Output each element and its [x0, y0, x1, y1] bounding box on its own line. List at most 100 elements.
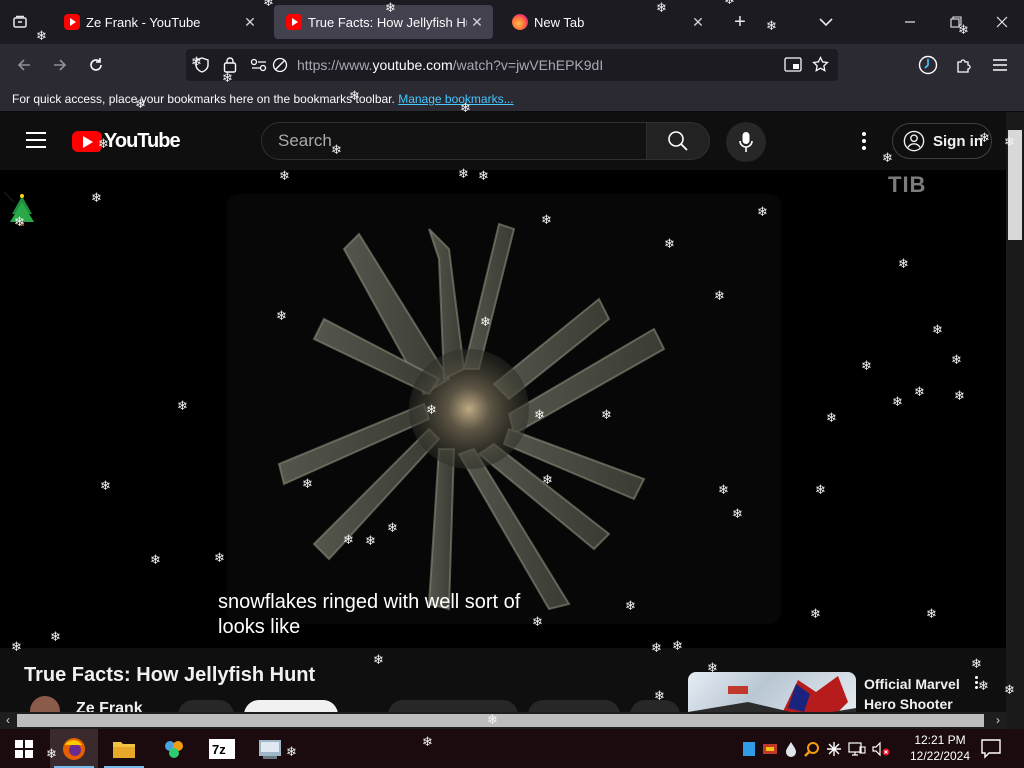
clock-date: 12/22/2024: [909, 749, 971, 763]
jellyfish-image: [277, 222, 666, 611]
tab-new-tab[interactable]: New Tab ✕: [500, 5, 714, 39]
tray-network-tool-icon[interactable]: [762, 741, 778, 757]
video-info-section: True Facts: How Jellyfish Hunt Ze Frank …: [0, 648, 1006, 712]
search-icon: [668, 131, 688, 151]
search-input[interactable]: Search: [261, 122, 646, 160]
url-domain: youtube.com: [372, 57, 453, 73]
video-caption: snowflakes ringed with well sort of look…: [218, 591, 521, 638]
scrollbar-thumb[interactable]: [17, 714, 984, 727]
volume-muted-icon[interactable]: [872, 741, 890, 757]
bookmarks-toolbar-message: For quick access, place your bookmarks h…: [12, 92, 395, 106]
forward-arrow-icon[interactable]: [44, 44, 76, 86]
channel-name[interactable]: Ze Frank: [76, 700, 143, 712]
autoplay-blocked-icon[interactable]: [272, 57, 288, 78]
7zip-icon[interactable]: 7z: [198, 729, 246, 768]
christmas-tree-cursor-icon: [4, 192, 34, 226]
picture-in-picture-icon[interactable]: [784, 57, 802, 78]
bookmark-star-icon[interactable]: [812, 55, 829, 78]
tracking-protection-shield-icon[interactable]: [194, 57, 210, 78]
file-explorer-icon[interactable]: [100, 729, 148, 768]
search-placeholder: Search: [278, 131, 332, 150]
network-icon[interactable]: [848, 741, 866, 757]
subscribe-button[interactable]: [178, 700, 234, 712]
address-bar[interactable]: https://www.youtube.com/watch?v=jwVEhEPK…: [186, 49, 838, 81]
channel-watermark: TIB: [888, 172, 927, 197]
extensions-puzzle-icon[interactable]: [948, 44, 980, 86]
restore-window-button[interactable]: [934, 0, 978, 44]
recommended-video-title[interactable]: Official Marvel Hero Shooter: [864, 674, 974, 712]
more-actions-button[interactable]: [630, 700, 680, 712]
start-icon[interactable]: [0, 729, 48, 768]
like-dislike-button[interactable]: [388, 700, 518, 712]
share-button[interactable]: [528, 700, 620, 712]
account-sync-icon[interactable]: [912, 44, 944, 86]
bookmarks-toolbar: For quick access, place your bookmarks h…: [0, 86, 1024, 112]
close-tab-icon[interactable]: ✕: [240, 14, 260, 31]
youtube-favicon-icon: [64, 14, 80, 30]
youtube-play-logo-icon: [72, 130, 102, 152]
hamburger-menu-icon[interactable]: [984, 44, 1016, 86]
water-drop-icon[interactable]: [784, 741, 798, 757]
control-panel-icon[interactable]: [246, 729, 294, 768]
paint-icon[interactable]: [150, 729, 198, 768]
recommended-more-icon[interactable]: [970, 676, 982, 692]
url-prefix: https://www.: [297, 57, 373, 73]
search-button[interactable]: [646, 122, 710, 160]
manage-bookmarks-link[interactable]: Manage bookmarks...: [398, 92, 513, 106]
close-window-button[interactable]: [980, 0, 1024, 44]
guide-menu-icon[interactable]: [26, 132, 46, 148]
system-tray: [742, 729, 890, 768]
tab-title: New Tab: [534, 14, 585, 30]
firefox-icon[interactable]: [50, 729, 98, 768]
account-circle-icon: [903, 130, 925, 152]
minimize-window-button[interactable]: [888, 0, 932, 44]
tab-title: Ze Frank - YouTube: [86, 14, 201, 30]
taskbar-clock[interactable]: 12:21 PM 12/22/2024: [908, 732, 972, 764]
youtube-header: YouTube Search Sign in: [0, 112, 1006, 170]
page-vertical-scrollbar[interactable]: [1006, 112, 1024, 729]
scroll-left-arrow-icon[interactable]: ‹: [0, 712, 16, 729]
list-all-tabs-chevron-down-icon[interactable]: [812, 0, 840, 44]
channel-avatar[interactable]: [30, 696, 60, 712]
tab-title: True Facts: How Jellyfish Hunt: [308, 14, 467, 30]
back-arrow-icon[interactable]: [8, 44, 40, 86]
video-title: True Facts: How Jellyfish Hunt: [24, 664, 316, 686]
page-horizontal-scrollbar[interactable]: ‹ ›: [0, 712, 1006, 729]
reload-icon[interactable]: [80, 44, 112, 86]
voice-search-button[interactable]: [726, 122, 766, 162]
video-frame-jellyfish[interactable]: [227, 194, 781, 624]
sign-in-button[interactable]: Sign in: [892, 123, 992, 159]
join-button[interactable]: [244, 700, 338, 712]
microphone-icon: [739, 132, 753, 152]
sign-in-label: Sign in: [933, 132, 983, 150]
youtube-logo[interactable]: YouTube: [72, 129, 181, 152]
svg-text:7z: 7z: [212, 742, 226, 757]
video-player[interactable]: TIB snowflakes ringed with well sort of …: [0, 170, 1006, 648]
lock-icon[interactable]: [223, 56, 237, 78]
new-tab-button[interactable]: +: [726, 0, 754, 44]
close-tab-icon[interactable]: ✕: [688, 14, 708, 31]
search-tool-icon[interactable]: [804, 741, 820, 757]
permissions-icon[interactable]: [250, 57, 268, 78]
browser-navigation-toolbar: https://www.youtube.com/watch?v=jwVEhEPK…: [0, 44, 1024, 86]
windows-taskbar: 7z 12:21 PM 12/22/2024: [0, 729, 1024, 768]
tab-true-facts[interactable]: True Facts: How Jellyfish Hunt ✕: [274, 5, 493, 39]
tray-blue-app-icon[interactable]: [742, 741, 756, 757]
snowflake-tray-icon[interactable]: [826, 741, 842, 757]
youtube-favicon-icon: [286, 14, 302, 30]
tab-ze-frank[interactable]: Ze Frank - YouTube ✕: [52, 5, 266, 39]
notification-center-icon[interactable]: [980, 737, 1002, 759]
recommended-video-thumbnail[interactable]: [688, 672, 856, 712]
scroll-right-arrow-icon[interactable]: ›: [990, 712, 1006, 729]
youtube-logo-text: YouTube: [104, 129, 181, 152]
firefox-favicon-icon: [512, 14, 528, 30]
url-text[interactable]: https://www.youtube.com/watch?v=jwVEhEPK…: [297, 49, 603, 81]
marvel-thumbnail-image: [688, 676, 856, 712]
browser-tab-strip: Ze Frank - YouTube ✕ True Facts: How Jel…: [0, 0, 1024, 44]
scrollbar-thumb[interactable]: [1008, 130, 1022, 240]
tab-list-icon[interactable]: [4, 0, 36, 44]
close-tab-icon[interactable]: ✕: [467, 14, 487, 31]
url-path: /watch?v=jwVEhEPK9dI: [452, 57, 604, 73]
settings-more-icon[interactable]: [852, 128, 876, 154]
clock-time: 12:21 PM: [914, 733, 966, 747]
